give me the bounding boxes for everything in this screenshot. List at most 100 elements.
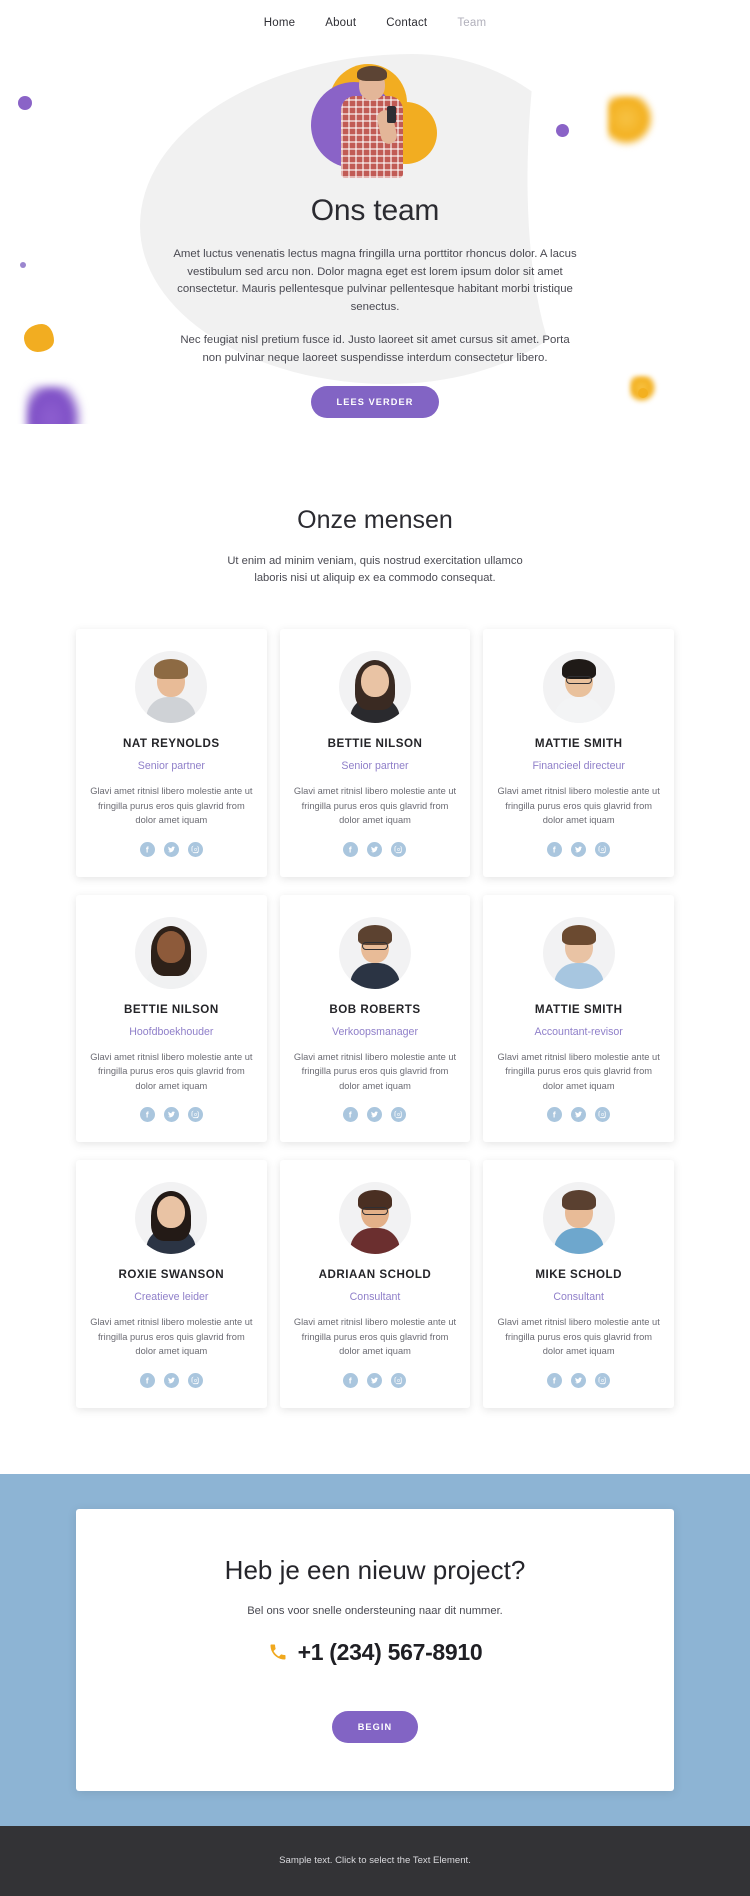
instagram-icon[interactable] [187, 1372, 203, 1388]
member-photo [542, 916, 615, 989]
member-social-links [90, 841, 253, 857]
team-member-card[interactable]: BETTIE NILSON Senior partner Glavi amet … [279, 629, 471, 877]
cta-section: Heb je een nieuw project? Bel ons voor s… [0, 1473, 750, 1826]
phone-icon [270, 1644, 286, 1660]
footer-text[interactable]: Sample text. Click to select the Text El… [279, 1855, 471, 1866]
twitter-icon[interactable] [367, 1107, 383, 1122]
twitter-icon[interactable] [367, 841, 383, 857]
member-social-links [497, 841, 660, 857]
twitter-icon[interactable] [163, 1372, 179, 1388]
facebook-icon[interactable] [343, 1372, 359, 1388]
begin-button[interactable]: BEGIN [331, 1710, 419, 1743]
nav-item-contact[interactable]: Contact [386, 17, 427, 29]
member-role: Creatieve leider [134, 1291, 209, 1303]
page-title: Ons team [310, 194, 440, 227]
main-navigation: Home About Contact Team [0, 0, 750, 46]
instagram-icon[interactable] [595, 1107, 611, 1122]
read-more-button[interactable]: LEES VERDER [310, 386, 440, 418]
member-name: NAT REYNOLDS [123, 737, 220, 750]
team-member-card[interactable]: MATTIE SMITH Financieel directeur Glavi … [483, 629, 674, 877]
member-description: Glavi amet ritnisl libero molestie ante … [293, 786, 457, 825]
member-photo [135, 1182, 208, 1254]
twitter-icon[interactable] [163, 841, 179, 857]
instagram-icon[interactable] [391, 1107, 407, 1122]
member-photo [135, 651, 208, 723]
facebook-icon[interactable] [343, 1107, 359, 1122]
member-name: ADRIAAN SCHOLD [318, 1268, 432, 1281]
member-description: Glavi amet ritnisl libero molestie ante … [293, 1051, 457, 1091]
team-grid: NAT REYNOLDS Senior partner Glavi amet r… [76, 629, 674, 1408]
member-social-links [497, 1372, 660, 1388]
hero-section: Ons team Amet luctus venenatis lectus ma… [0, 46, 750, 424]
glasses-icon [565, 676, 592, 684]
member-description: Glavi amet ritnisl libero molestie ante … [90, 1317, 253, 1356]
team-section-subtitle: Ut enim ad minim veniam, quis nostrud ex… [227, 555, 523, 584]
cta-subtitle: Bel ons voor snelle ondersteuning naar d… [247, 1604, 503, 1617]
member-role: Accountant-revisor [534, 1025, 623, 1038]
cta-phone-number[interactable]: +1 (234) 567-8910 [96, 1639, 654, 1666]
facebook-icon[interactable] [139, 1372, 155, 1388]
member-description: Glavi amet ritnisl libero molestie ante … [90, 786, 253, 825]
member-photo [338, 916, 411, 989]
member-role: Consultant [553, 1291, 604, 1303]
avatar-person-illustration [335, 66, 409, 178]
team-member-card[interactable]: MIKE SCHOLD Consultant Glavi amet ritnis… [483, 1160, 674, 1408]
member-name: BETTIE NILSON [123, 1002, 219, 1016]
twitter-icon[interactable] [571, 1372, 587, 1388]
instagram-icon[interactable] [187, 841, 203, 857]
member-name: MATTIE SMITH [534, 737, 623, 750]
member-name: BOB ROBERTS [329, 1002, 421, 1016]
member-photo [542, 1182, 615, 1254]
cta-title: Heb je een nieuw project? [224, 1554, 526, 1585]
nav-item-team[interactable]: Team [457, 17, 486, 29]
member-description: Glavi amet ritnisl libero molestie ante … [497, 786, 660, 825]
twitter-icon[interactable] [163, 1107, 179, 1122]
member-role: Financieel directeur [532, 760, 625, 772]
team-member-card[interactable]: NAT REYNOLDS Senior partner Glavi amet r… [76, 629, 267, 877]
team-member-card[interactable]: BETTIE NILSON Hoofdboekhouder Glavi amet… [76, 894, 267, 1142]
facebook-icon[interactable] [547, 1107, 563, 1122]
member-name: ROXIE SWANSON [118, 1268, 225, 1281]
facebook-icon[interactable] [343, 841, 359, 857]
glasses-icon [361, 941, 388, 950]
instagram-icon[interactable] [595, 841, 611, 857]
team-member-card[interactable]: ROXIE SWANSON Creatieve leider Glavi ame… [76, 1160, 267, 1408]
member-photo [135, 916, 208, 989]
hero-avatar [305, 60, 445, 180]
member-photo [338, 1182, 411, 1254]
hero-paragraph-1: Amet luctus venenatis lectus magna fring… [173, 248, 577, 313]
phone-number-text: +1 (234) 567-8910 [297, 1638, 483, 1665]
member-description: Glavi amet ritnisl libero molestie ante … [497, 1051, 660, 1091]
member-social-links [497, 1107, 660, 1122]
facebook-icon[interactable] [139, 841, 155, 857]
twitter-icon[interactable] [571, 1107, 587, 1122]
team-member-card[interactable]: BOB ROBERTS Verkoopsmanager Glavi amet r… [279, 894, 471, 1142]
nav-item-about[interactable]: About [325, 17, 356, 29]
instagram-icon[interactable] [595, 1372, 611, 1388]
member-role: Senior partner [137, 760, 205, 772]
member-role: Verkoopsmanager [332, 1025, 418, 1038]
instagram-icon[interactable] [187, 1107, 203, 1122]
member-role: Hoofdboekhouder [129, 1025, 214, 1038]
instagram-icon[interactable] [391, 1372, 407, 1388]
member-social-links [90, 1372, 253, 1388]
twitter-icon[interactable] [367, 1372, 383, 1388]
team-member-card[interactable]: MATTIE SMITH Accountant-revisor Glavi am… [483, 894, 674, 1142]
instagram-icon[interactable] [391, 841, 407, 857]
member-name: BETTIE NILSON [327, 737, 423, 750]
cta-card: Heb je een nieuw project? Bel ons voor s… [76, 1508, 674, 1791]
team-section: Onze mensen Ut enim ad minim veniam, qui… [0, 424, 750, 1408]
glasses-icon [361, 1207, 388, 1215]
member-name: MATTIE SMITH [534, 1002, 623, 1016]
team-section-title: Onze mensen [297, 506, 453, 534]
nav-item-home[interactable]: Home [264, 17, 295, 29]
member-description: Glavi amet ritnisl libero molestie ante … [90, 1051, 253, 1091]
member-social-links [294, 1372, 457, 1388]
facebook-icon[interactable] [547, 841, 563, 857]
facebook-icon[interactable] [547, 1372, 563, 1388]
facebook-icon[interactable] [139, 1107, 155, 1122]
team-member-card[interactable]: ADRIAAN SCHOLD Consultant Glavi amet rit… [279, 1160, 471, 1408]
hero-paragraph-2: Nec feugiat nisl pretium fusce id. Justo… [180, 334, 570, 364]
twitter-icon[interactable] [571, 841, 587, 857]
footer: Sample text. Click to select the Text El… [0, 1825, 750, 1896]
